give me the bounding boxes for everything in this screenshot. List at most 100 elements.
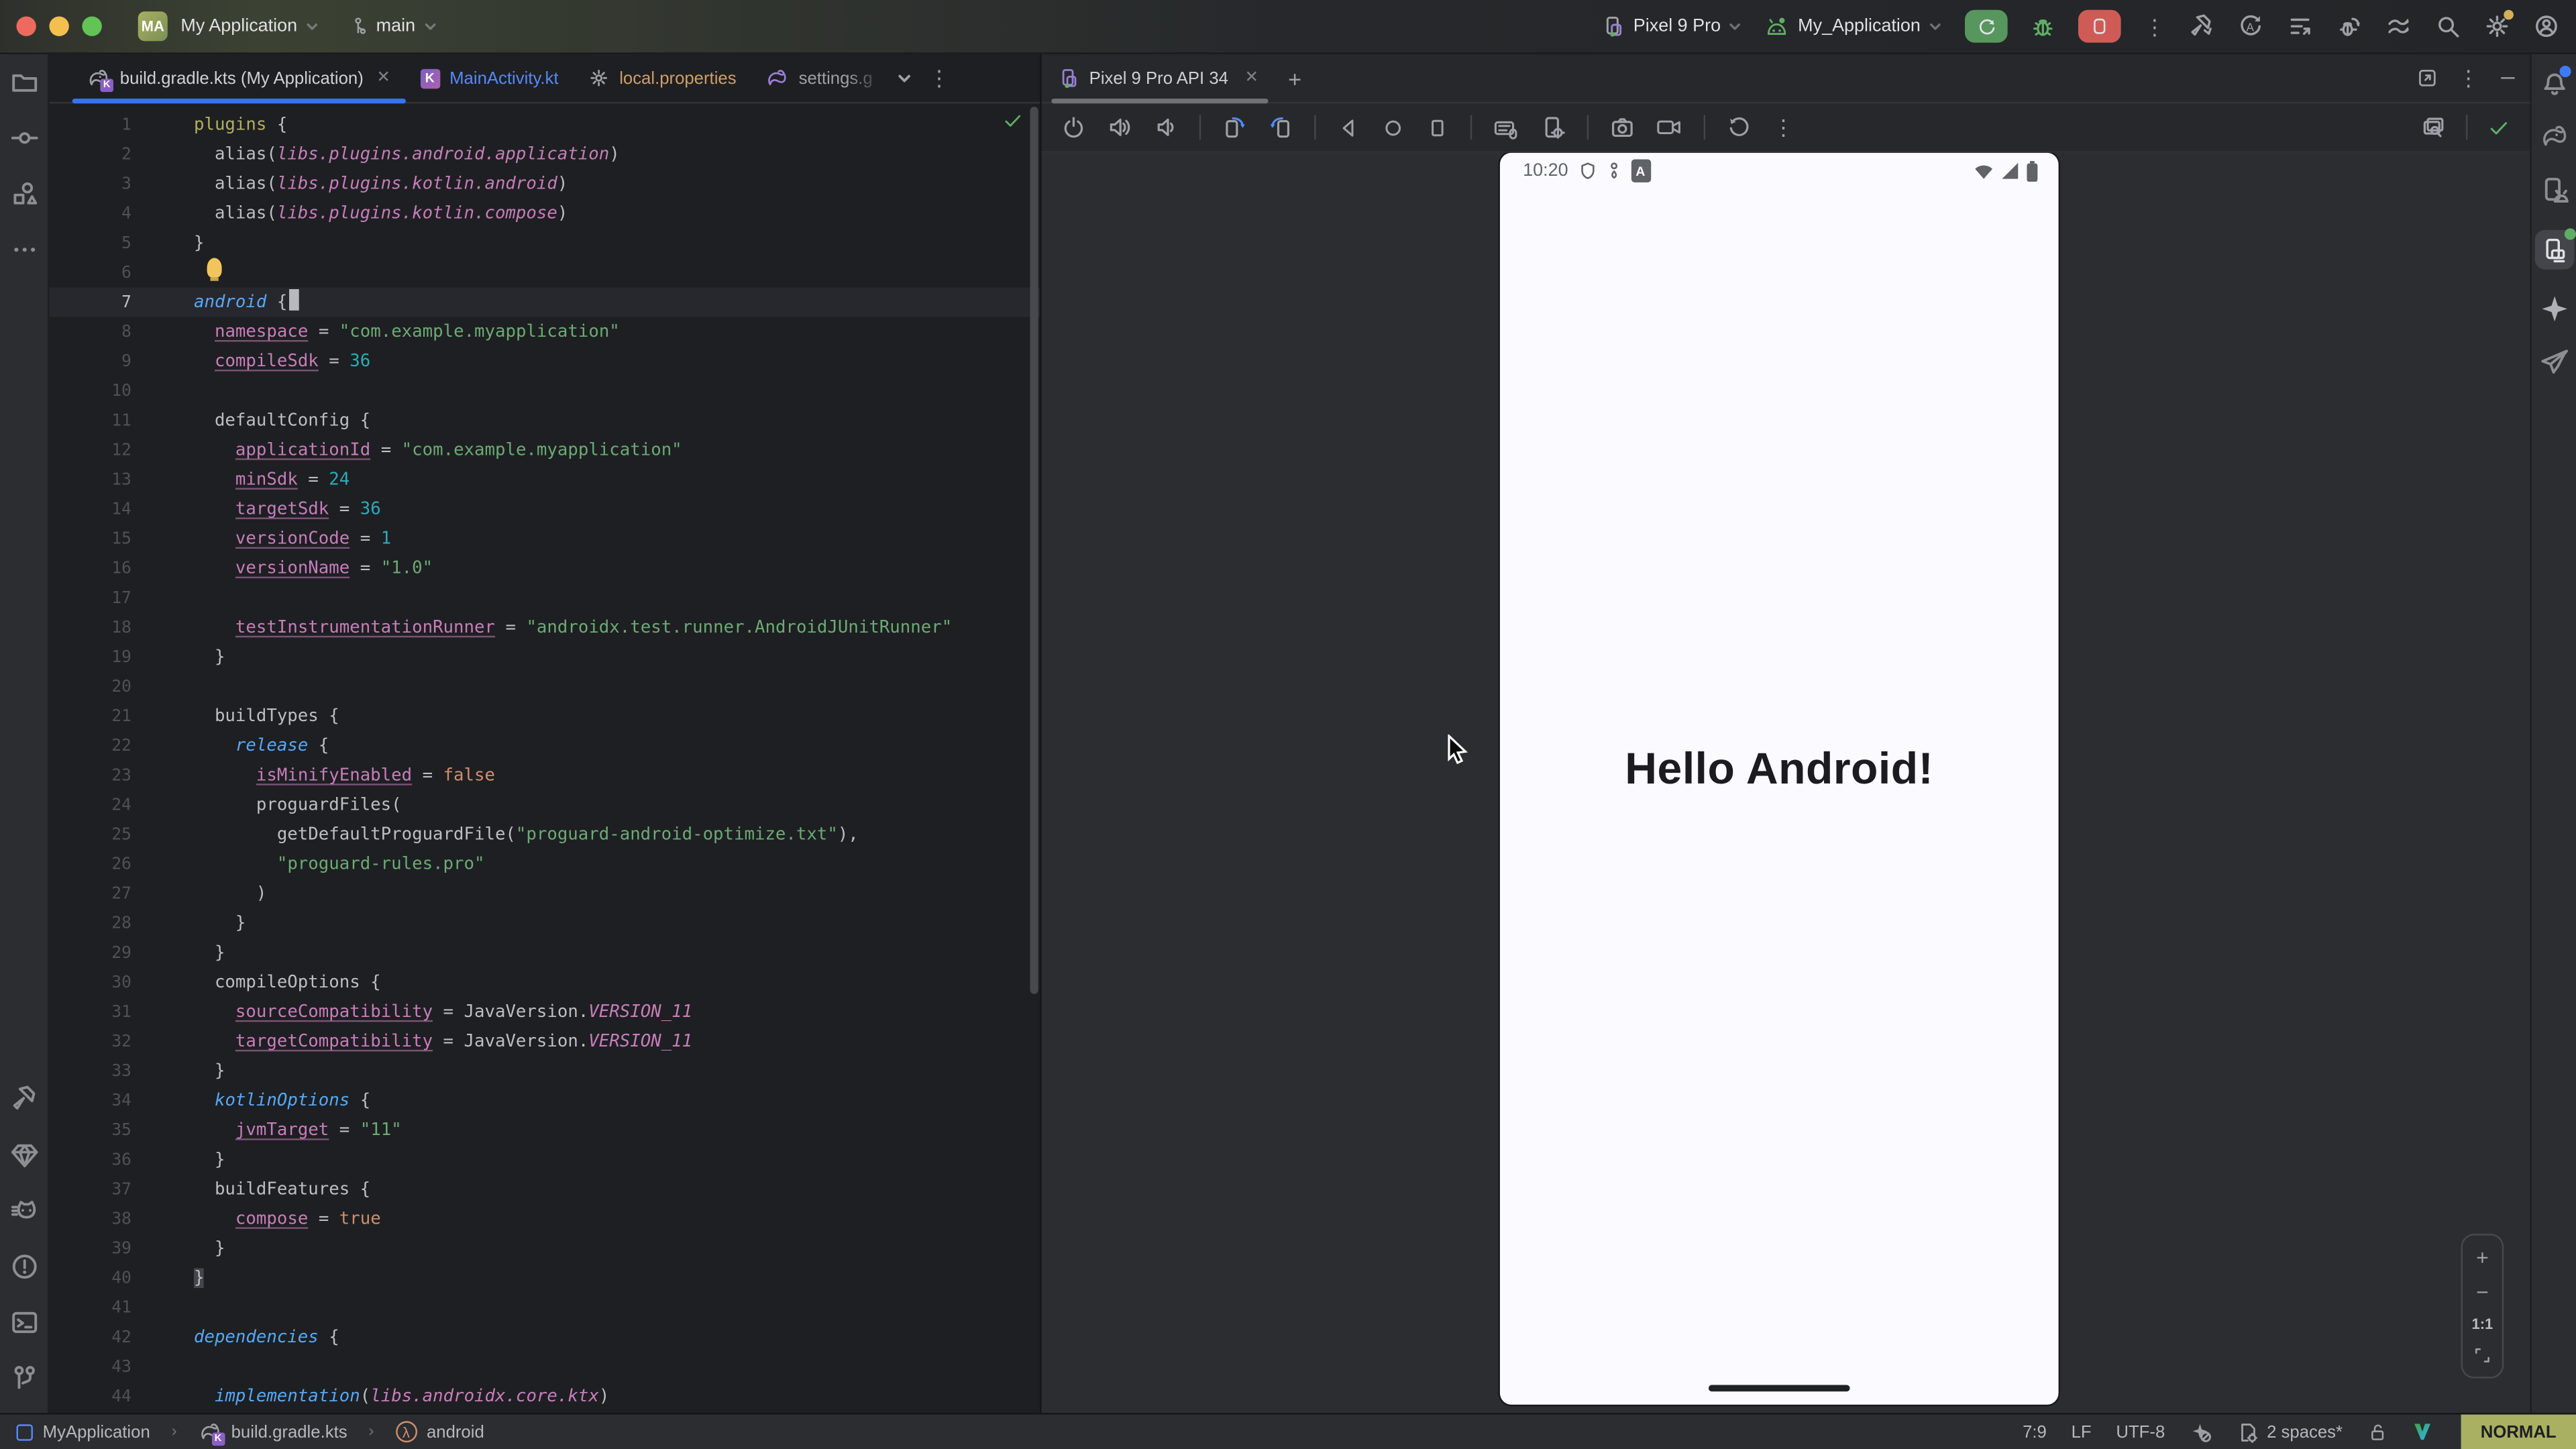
line-number[interactable]: 35: [49, 1121, 131, 1139]
attach-debugger-button[interactable]: [2336, 13, 2362, 40]
emulator-screen[interactable]: 10:20 A Hello Android!: [1500, 153, 2059, 1405]
code-line-6[interactable]: 6: [49, 258, 1040, 287]
code-line-13[interactable]: 13 minSdk = 24: [49, 465, 1040, 494]
breadcrumb-element[interactable]: android: [427, 1422, 484, 1442]
send-feedback-plane-icon[interactable]: [2539, 348, 2569, 378]
line-number[interactable]: 37: [49, 1181, 131, 1199]
code-line-42[interactable]: 42dependencies {: [49, 1322, 1040, 1352]
line-number[interactable]: 16: [49, 559, 131, 578]
inspections-ok-icon[interactable]: [1002, 110, 1024, 131]
line-number[interactable]: 18: [49, 619, 131, 637]
code-line-35[interactable]: 35 jvmTarget = "11": [49, 1116, 1040, 1145]
tab-options-icon[interactable]: ⋮: [928, 67, 950, 89]
code-line-7[interactable]: 7android {: [49, 288, 1040, 317]
search-everywhere-button[interactable]: [2434, 13, 2461, 40]
close-window-button[interactable]: [16, 16, 36, 36]
fit-to-window-icon[interactable]: [2473, 1346, 2492, 1365]
code-line-37[interactable]: 37 buildFeatures {: [49, 1175, 1040, 1204]
tab-local-properties[interactable]: local.properties: [574, 54, 751, 102]
open-in-new-window-icon[interactable]: [2416, 67, 2438, 89]
line-number[interactable]: 38: [49, 1210, 131, 1228]
code-line-18[interactable]: 18 testInstrumentationRunner = "androidx…: [49, 612, 1040, 642]
virtual-input-icon[interactable]: [1493, 114, 1519, 140]
lock-open-icon[interactable]: [2367, 1420, 2387, 1443]
indent-widget[interactable]: 2 spaces*: [2237, 1420, 2343, 1443]
line-number[interactable]: 13: [49, 471, 131, 489]
code-line-12[interactable]: 12 applicationId = "com.example.myapplic…: [49, 435, 1040, 465]
code-line-31[interactable]: 31 sourceCompatibility = JavaVersion.VER…: [49, 998, 1040, 1027]
android-back-icon[interactable]: [1337, 116, 1360, 139]
terminal-icon[interactable]: [9, 1307, 38, 1337]
code-line-32[interactable]: 32 targetCompatibility = JavaVersion.VER…: [49, 1027, 1040, 1057]
code-line-38[interactable]: 38 compose = true: [49, 1204, 1040, 1234]
gemini-sparkle-icon[interactable]: [2539, 294, 2569, 323]
close-tab-icon[interactable]: ✕: [376, 69, 390, 87]
line-number[interactable]: 30: [49, 973, 131, 991]
code-line-27[interactable]: 27 ): [49, 879, 1040, 908]
account-button[interactable]: [2533, 13, 2559, 40]
volume-up-icon[interactable]: [1108, 115, 1132, 140]
volume-down-icon[interactable]: [1153, 115, 1178, 140]
line-number[interactable]: 1: [49, 116, 131, 134]
code-line-28[interactable]: 28 }: [49, 908, 1040, 938]
power-button-icon[interactable]: [1061, 115, 1086, 140]
version-control-icon[interactable]: [9, 1364, 38, 1393]
code-line-34[interactable]: 34 kotlinOptions {: [49, 1086, 1040, 1116]
code-line-3[interactable]: 3 alias(libs.plugins.kotlin.android): [49, 169, 1040, 199]
line-number[interactable]: 32: [49, 1032, 131, 1051]
gradle-elephant-icon[interactable]: [2539, 121, 2569, 151]
line-number[interactable]: 20: [49, 678, 131, 696]
profiler-button[interactable]: [2287, 13, 2313, 40]
code-line-44[interactable]: 44 implementation(libs.androidx.core.ktx…: [49, 1382, 1040, 1411]
vim-mode-badge[interactable]: NORMAL: [2461, 1415, 2576, 1449]
line-number[interactable]: 40: [49, 1269, 131, 1287]
line-number[interactable]: 29: [49, 944, 131, 962]
line-number[interactable]: 26: [49, 855, 131, 873]
more-tool-windows-icon[interactable]: [9, 235, 38, 264]
line-number[interactable]: 17: [49, 589, 131, 607]
code-line-4[interactable]: 4 alias(libs.plugins.kotlin.compose): [49, 199, 1040, 228]
code-line-15[interactable]: 15 versionCode = 1: [49, 524, 1040, 553]
zoom-in-button[interactable]: +: [2476, 1247, 2489, 1269]
line-number[interactable]: 2: [49, 146, 131, 164]
line-number[interactable]: 10: [49, 382, 131, 400]
reset-icon[interactable]: [1727, 115, 1752, 140]
line-number[interactable]: 23: [49, 766, 131, 784]
line-number[interactable]: 11: [49, 411, 131, 429]
panel-options-icon[interactable]: ⋮: [2458, 67, 2479, 89]
code-line-43[interactable]: 43: [49, 1352, 1040, 1382]
code-line-8[interactable]: 8 namespace = "com.example.myapplication…: [49, 317, 1040, 347]
minimize-window-button[interactable]: [49, 16, 68, 36]
ui-check-icon[interactable]: [2422, 115, 2447, 140]
line-number[interactable]: 4: [49, 205, 131, 223]
code-line-23[interactable]: 23 isMinifyEnabled = false: [49, 761, 1040, 790]
line-number[interactable]: 41: [49, 1299, 131, 1317]
line-number[interactable]: 33: [49, 1062, 131, 1080]
run-configuration-selector[interactable]: My_Application: [1765, 15, 1941, 37]
debug-button[interactable]: [2031, 14, 2055, 39]
zoom-window-button[interactable]: [82, 16, 101, 36]
sync-project-button[interactable]: A: [2238, 13, 2264, 40]
build-button[interactable]: [2188, 13, 2214, 40]
code-line-1[interactable]: 1plugins {: [49, 110, 1040, 140]
vcs-update-button[interactable]: [2385, 13, 2412, 40]
code-line-20[interactable]: 20: [49, 672, 1040, 702]
problems-icon[interactable]: [9, 1252, 38, 1281]
breadcrumb[interactable]: MyApplication › K build.gradle.kts › λ a…: [16, 1421, 484, 1442]
project-switcher[interactable]: My Application: [180, 16, 319, 36]
zoom-out-button[interactable]: −: [2476, 1281, 2489, 1303]
add-device-tab-button[interactable]: +: [1288, 65, 1301, 91]
line-number[interactable]: 39: [49, 1240, 131, 1258]
code-line-21[interactable]: 21 buildTypes {: [49, 702, 1040, 731]
android-overview-icon[interactable]: [1426, 116, 1449, 139]
hide-panel-icon[interactable]: [2499, 69, 2517, 87]
close-device-tab-icon[interactable]: ✕: [1244, 69, 1258, 87]
project-folder-icon[interactable]: [9, 67, 38, 97]
line-number[interactable]: 34: [49, 1091, 131, 1110]
code-line-19[interactable]: 19 }: [49, 643, 1040, 672]
line-number[interactable]: 21: [49, 707, 131, 725]
rotate-left-icon[interactable]: [1222, 115, 1247, 140]
line-number[interactable]: 5: [49, 234, 131, 252]
commit-icon[interactable]: [9, 123, 38, 153]
ai-assistant-off-icon[interactable]: [2190, 1420, 2212, 1443]
